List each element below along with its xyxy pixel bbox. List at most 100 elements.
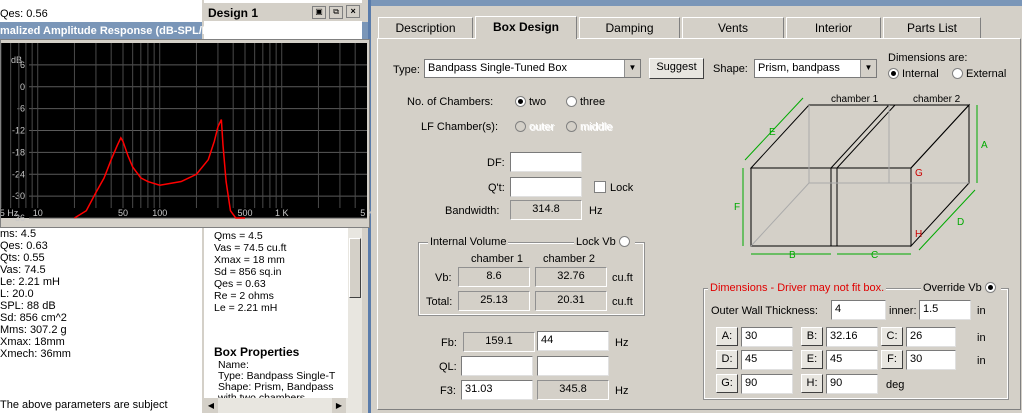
graph-frame: dB 60-6-12-18-24-30-365 Hz10501005001 K5… bbox=[0, 39, 374, 228]
dim-f-input[interactable]: 30 bbox=[906, 350, 956, 370]
dim-a-button[interactable]: A: bbox=[716, 327, 738, 346]
override-vb-toggle[interactable]: Override Vb bbox=[921, 282, 1001, 294]
dim-unit-deg: deg bbox=[886, 379, 905, 391]
dim-h-input[interactable]: 90 bbox=[826, 374, 878, 394]
dim-g-button[interactable]: G: bbox=[716, 374, 738, 393]
dim-f-button[interactable]: F: bbox=[881, 350, 903, 369]
fb-unit: Hz bbox=[615, 337, 629, 349]
tab-vents[interactable]: Vents bbox=[682, 17, 784, 38]
tab-interior[interactable]: Interior bbox=[786, 17, 881, 38]
dim-c-button[interactable]: C: bbox=[881, 327, 903, 346]
inner-thickness-input[interactable]: 1.5 bbox=[919, 300, 971, 320]
chambers-three-label: three bbox=[580, 96, 606, 108]
dim-label-b: B bbox=[789, 250, 796, 260]
design-title: Design 1 bbox=[208, 6, 259, 20]
middle-param-text: Sd = 856 sq.in bbox=[214, 266, 282, 278]
middle-param-text: Qes = 0.63 bbox=[214, 278, 266, 290]
internal-volume-title: Internal Volume bbox=[428, 236, 509, 248]
radio-icon bbox=[515, 121, 526, 132]
scroll-right-arrow[interactable]: ▶ bbox=[332, 398, 346, 413]
total-chamber1: 25.13 bbox=[458, 291, 530, 311]
internal-volume-group bbox=[418, 242, 645, 316]
tab-parts-list[interactable]: Parts List bbox=[883, 17, 981, 38]
middle-param-text: Xmax = 18 mm bbox=[214, 254, 285, 266]
f3-input[interactable]: 31.03 bbox=[461, 380, 533, 400]
param-text: Le: 2.21 mH bbox=[0, 276, 60, 288]
dim-label-g: G bbox=[915, 168, 923, 179]
vb-chamber2: 32.76 bbox=[535, 267, 607, 287]
radio-icon bbox=[888, 68, 899, 79]
param-text: Sd: 856 cm^2 bbox=[0, 312, 67, 324]
dim-h-button[interactable]: H: bbox=[801, 374, 823, 393]
dim-e-input[interactable]: 45 bbox=[826, 350, 878, 370]
x-tick-label: 10 bbox=[33, 208, 43, 218]
shape-select[interactable]: Prism, bandpass ▼ bbox=[754, 59, 877, 78]
df-label: DF: bbox=[487, 157, 505, 169]
param-text: ms: 4.5 bbox=[0, 228, 37, 240]
dim-a-input[interactable]: 30 bbox=[741, 327, 793, 347]
dimensions-are-label: Dimensions are: bbox=[888, 52, 968, 64]
chambers-three-radio[interactable]: three bbox=[566, 96, 605, 108]
dim-label-f: F bbox=[734, 202, 740, 213]
total-chamber2: 20.31 bbox=[535, 291, 607, 311]
param-text: SPL: 88 dB bbox=[0, 300, 56, 312]
tab-damping[interactable]: Damping bbox=[579, 17, 680, 38]
suggest-button[interactable]: Suggest bbox=[649, 58, 704, 79]
dims-internal-radio[interactable]: Internal bbox=[888, 68, 939, 80]
chambers-two-radio[interactable]: two bbox=[515, 96, 546, 108]
dim-d-button[interactable]: D: bbox=[716, 350, 738, 369]
window-buttons: ▣ ⧉ × bbox=[312, 5, 361, 19]
override-vb-label: Override Vb bbox=[923, 282, 982, 294]
amplitude-chart: dB 60-6-12-18-24-30-365 Hz10501005001 K5… bbox=[0, 43, 374, 223]
lock-vb-label: Lock Vb bbox=[576, 236, 616, 248]
dim-b-button[interactable]: B: bbox=[801, 327, 823, 346]
chamber2-header: chamber 2 bbox=[543, 253, 595, 265]
left-panel: Qes: 0.56 malized Amplitude Response (dB… bbox=[0, 0, 374, 413]
dim-g-input[interactable]: 90 bbox=[741, 374, 793, 394]
dim-d-input[interactable]: 45 bbox=[741, 350, 793, 370]
wall-thickness-input[interactable]: 4 bbox=[831, 300, 886, 320]
ql-input-2[interactable] bbox=[537, 356, 609, 376]
param-text: Mms: 307.2 g bbox=[0, 324, 67, 336]
tab-description[interactable]: Description bbox=[378, 17, 473, 38]
x-tick-label: 500 bbox=[237, 208, 252, 218]
ql-input-1[interactable] bbox=[461, 356, 533, 376]
radio-icon bbox=[566, 96, 577, 107]
y-tick-label: -6 bbox=[17, 104, 25, 114]
f3-unit: Hz bbox=[615, 385, 629, 397]
bandwidth-unit: Hz bbox=[589, 205, 603, 217]
lf-middle-radio[interactable]: middle bbox=[566, 121, 612, 133]
diagram-chamber1-label: chamber 1 bbox=[831, 94, 879, 105]
dim-b-input[interactable]: 32.16 bbox=[826, 327, 878, 347]
dim-c-input[interactable]: 26 bbox=[906, 327, 956, 347]
radio-icon bbox=[618, 236, 630, 247]
horizontal-scrollbar[interactable]: ◀ ▶ bbox=[204, 398, 362, 413]
restore-icon[interactable]: ⧉ bbox=[329, 6, 344, 19]
dims-external-radio[interactable]: External bbox=[952, 68, 1006, 80]
df-input[interactable] bbox=[510, 152, 582, 172]
x-tick-label: 100 bbox=[152, 208, 167, 218]
param-text: Qts: 0.55 bbox=[0, 252, 45, 264]
lf-outer-radio[interactable]: outer bbox=[515, 121, 554, 133]
scroll-left-arrow[interactable]: ◀ bbox=[204, 398, 218, 413]
tab-box-design[interactable]: Box Design bbox=[475, 16, 577, 39]
lock-checkbox[interactable]: Lock bbox=[594, 181, 633, 194]
dim-e-button[interactable]: E: bbox=[801, 350, 823, 369]
vb-unit: cu.ft bbox=[612, 272, 633, 284]
lf-chambers-label: LF Chamber(s): bbox=[421, 121, 499, 133]
bandwidth-value: 314.8 bbox=[510, 200, 582, 220]
inner-unit: in bbox=[977, 305, 986, 317]
scrollbar-thumb[interactable] bbox=[349, 238, 361, 298]
qt-input[interactable] bbox=[510, 177, 582, 197]
lock-vb-toggle[interactable]: Lock Vb bbox=[574, 236, 635, 248]
box-type-select[interactable]: Bandpass Single-Tuned Box ▼ bbox=[424, 59, 641, 78]
radio-icon bbox=[984, 282, 996, 293]
ql-label: QL: bbox=[439, 361, 457, 373]
vertical-scrollbar[interactable] bbox=[348, 218, 362, 398]
close-icon[interactable]: × bbox=[346, 5, 361, 18]
save-icon[interactable]: ▣ bbox=[312, 6, 326, 19]
radio-icon bbox=[515, 96, 526, 107]
fb-input[interactable]: 44 bbox=[537, 331, 609, 351]
dim-label-h: H bbox=[915, 229, 922, 240]
qt-label: Q't: bbox=[488, 182, 505, 194]
